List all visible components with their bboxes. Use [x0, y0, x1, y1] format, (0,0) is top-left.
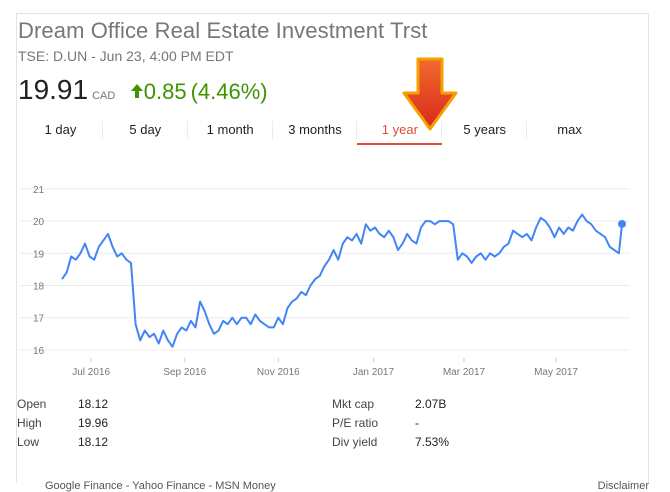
- y-tick-label: 19: [33, 249, 45, 260]
- arrow-up-icon: [130, 83, 144, 104]
- stat-value: -: [415, 416, 419, 430]
- price-change: 0.85: [143, 79, 187, 104]
- currency-code: CAD: [92, 90, 116, 102]
- price-line: [61, 213, 623, 348]
- y-tick-label: 18: [33, 282, 45, 293]
- exchange-ticker-date: TSE: D.UN - Jun 23, 4:00 PM EDT: [18, 48, 234, 64]
- stat-value: 18.12: [78, 435, 109, 449]
- current-price: 19.91: [18, 74, 89, 105]
- stat-label: High: [17, 416, 42, 430]
- stat-label: P/E ratio: [332, 416, 379, 430]
- x-tick-label: Sep 2016: [163, 367, 206, 378]
- time-range-tabs: 1 day 5 day 1 month 3 months 1 year 5 ye…: [18, 117, 612, 147]
- disclaimer-link[interactable]: Disclaimer: [598, 480, 649, 492]
- source-links[interactable]: Google Finance - Yahoo Finance - MSN Mon…: [45, 480, 276, 492]
- stat-label: Div yield: [332, 435, 378, 449]
- x-tick-label: Mar 2017: [443, 367, 486, 378]
- x-tick-label: Jul 2016: [72, 367, 110, 378]
- stat-label: Low: [17, 435, 40, 449]
- stat-value: 7.53%: [415, 435, 450, 449]
- stat-value: 18.12: [78, 397, 109, 411]
- y-tick-label: 21: [33, 185, 45, 196]
- price-chart: 16 17 18 19 20 21 Jul 2016 Sep 2016 Nov 2016 Jan …: [20, 160, 630, 390]
- y-tick-label: 17: [33, 314, 45, 325]
- stat-label: Open: [17, 397, 47, 411]
- x-tick-label: Jan 2017: [353, 367, 395, 378]
- stat-label: Mkt cap: [332, 397, 375, 411]
- tab-1-day[interactable]: 1 day: [18, 117, 103, 147]
- x-tick-label: May 2017: [534, 367, 578, 378]
- stat-value: 2.07B: [415, 397, 447, 411]
- price-row: 19.91 CAD 0.85 (4.46%): [18, 74, 268, 108]
- y-tick-label: 16: [33, 346, 45, 357]
- last-price-point[interactable]: [618, 219, 626, 228]
- tab-1-month[interactable]: 1 month: [188, 117, 273, 147]
- stat-value: 19.96: [78, 416, 109, 430]
- tab-5-day[interactable]: 5 day: [103, 117, 188, 147]
- price-chart-svg: 16 17 18 19 20 21 Jul 2016 Sep 2016 Nov 2016 Jan …: [20, 185, 630, 378]
- price-change-percent: (4.46%): [190, 79, 268, 104]
- y-tick-label: 20: [33, 217, 45, 228]
- tab-3-months[interactable]: 3 months: [273, 117, 358, 147]
- tab-max[interactable]: max: [527, 117, 612, 147]
- red-down-arrow-icon: [402, 57, 458, 136]
- stock-title: Dream Office Real Estate Investment Trst: [18, 18, 428, 43]
- x-tick-label: Nov 2016: [257, 367, 300, 378]
